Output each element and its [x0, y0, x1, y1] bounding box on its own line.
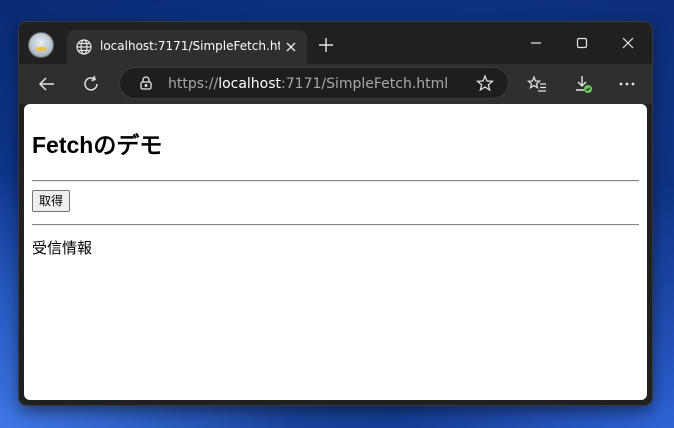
minimize-icon[interactable]	[527, 34, 545, 52]
active-tab[interactable]: localhost:7171/SimpleFetch.html	[67, 30, 307, 64]
received-info-text: 受信情報	[32, 239, 93, 257]
favorites-list-icon[interactable]	[527, 74, 547, 94]
profile-avatar[interactable]	[29, 33, 53, 57]
url-path: :7171/SimpleFetch.html	[281, 76, 449, 92]
page-heading: Fetchのデモ	[32, 132, 163, 158]
url-text: https://localhost:7171/SimpleFetch.html	[168, 76, 448, 92]
more-icon[interactable]	[617, 74, 637, 94]
divider-bottom	[32, 224, 639, 226]
globe-icon	[75, 38, 93, 56]
window-close-icon[interactable]	[619, 34, 637, 52]
star-icon[interactable]	[476, 74, 494, 92]
fetch-button[interactable]: 取得	[32, 190, 71, 212]
download-icon[interactable]	[573, 74, 593, 94]
tab-title: localhost:7171/SimpleFetch.html	[100, 39, 280, 53]
close-icon[interactable]	[283, 39, 299, 55]
page-content: Fetchのデモ 取得 受信情報	[24, 104, 647, 400]
maximize-icon[interactable]	[573, 34, 591, 52]
tab-bar: localhost:7171/SimpleFetch.html	[19, 22, 652, 64]
url-scheme: https://	[168, 76, 219, 92]
address-bar-row: https://localhost:7171/SimpleFetch.html	[19, 64, 652, 104]
url-host: localhost	[218, 76, 282, 92]
url-field[interactable]: https://localhost:7171/SimpleFetch.html	[119, 67, 509, 99]
browser-window: localhost:7171/SimpleFetch.html https://…	[19, 22, 652, 405]
back-arrow-icon[interactable]	[37, 74, 57, 94]
divider-top	[32, 180, 639, 182]
refresh-icon[interactable]	[81, 74, 101, 94]
plus-icon[interactable]	[317, 36, 335, 54]
lock-icon[interactable]	[138, 75, 154, 91]
